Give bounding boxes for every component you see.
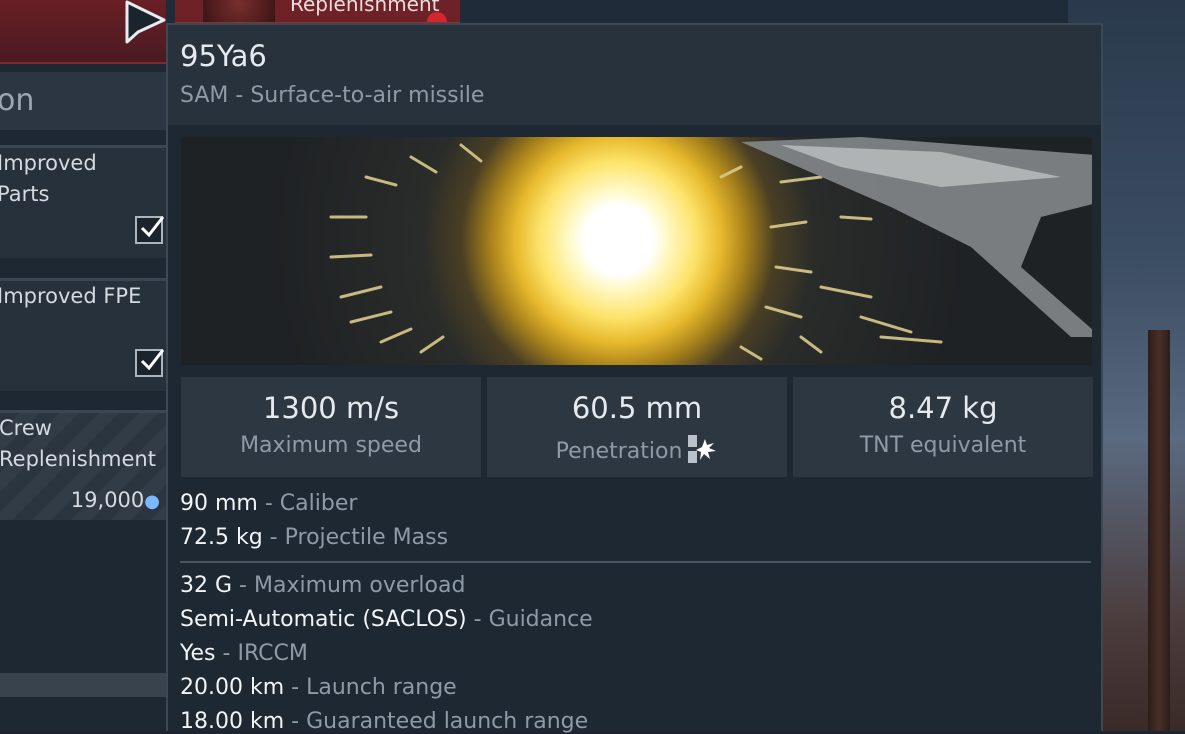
prop-value: 32 G [180,573,233,598]
crew-label-line: Replenishment [0,447,156,471]
checkmark-icon [140,216,165,238]
stat-penetration: 60.5 mm Penetration [487,377,787,477]
stat-label: Maximum speed [240,433,422,458]
divider [180,561,1091,563]
checkbox-checked[interactable] [135,216,165,244]
background-post [1148,330,1170,731]
prop-value: Semi-Automatic (SACLOS) [180,607,467,632]
price-value: 19,000 [70,488,145,512]
prop-guaranteed-launch-range: 18.00 km - Guaranteed launch range [180,709,588,734]
prop-maximum-overload: 32 G - Maximum overload [180,573,465,598]
prop-label: Guidance [488,607,593,632]
prop-separator: - [284,709,307,734]
prop-value: Yes [180,641,216,666]
missile-explosion-image [181,137,1092,365]
prop-guidance: Semi-Automatic (SACLOS) - Guidance [180,607,593,632]
stat-label: TNT equivalent [859,433,1027,458]
left-bottom-bar [0,673,166,697]
prop-separator: - [215,641,238,666]
prop-label: Maximum overload [253,573,466,598]
prop-value: 18.00 km [180,709,285,734]
stat-value: 60.5 mm [571,391,703,425]
tooltip-subtitle: SAM - Surface-to-air missile [180,83,485,108]
stat-maximum-speed: 1300 m/s Maximum speed [181,377,481,477]
replenishment-tab-label: Replenishment [290,0,440,16]
prop-value: 72.5 kg [180,525,263,550]
module-improved-parts[interactable]: Improved Parts [0,145,166,258]
crew-price: 19,000● [71,485,160,517]
prop-projectile-mass: 72.5 kg - Projectile Mass [180,525,448,550]
prop-caliber: 90 mm - Caliber [180,491,357,516]
prop-value: 20.00 km [180,675,285,700]
prop-separator: - [232,573,254,598]
crew-replenishment-card[interactable]: Crew Replenishment 19,000● [0,410,166,520]
prop-separator: - [257,491,280,516]
aircraft-silhouette [741,137,1092,337]
prop-value: 90 mm [180,491,258,516]
stat-label: Penetration [555,439,683,464]
prop-label: Launch range [306,675,457,700]
prop-label: Caliber [279,491,358,516]
checkbox-checked[interactable] [135,349,165,377]
mouse-cursor-icon [125,0,166,44]
ammo-tooltip: 95Ya6 SAM - Surface-to-air missile 1300 [166,23,1103,734]
penetration-icon [688,433,718,471]
module-label-line: Parts [0,182,50,206]
lightbulb-icon: ● [144,491,160,512]
crew-label-line: Crew [0,416,52,440]
module-label-line: Improved FPE [0,284,142,308]
prop-separator: - [262,525,285,550]
prop-label: Guaranteed launch range [306,709,589,734]
prop-irccm: Yes - IRCCM [180,641,308,666]
tooltip-header: 95Ya6 SAM - Surface-to-air missile [168,25,1101,125]
crew-avatar [203,0,275,22]
prop-label: Projectile Mass [284,525,449,550]
stat-value: 1300 m/s [262,391,400,425]
module-improved-fpe[interactable]: Improved FPE [0,278,166,391]
prop-launch-range: 20.00 km - Launch range [180,675,457,700]
left-panel: on Improved Parts Improved FPE Crew Repl… [0,0,166,731]
module-label-line: Improved [0,151,97,175]
stat-label-row: Penetration [487,433,787,471]
prop-label: IRCCM [237,641,308,666]
section-title: on [0,72,166,130]
checkmark-icon [140,349,165,371]
stat-value: 8.47 kg [888,391,998,425]
prop-separator: - [466,607,489,632]
prop-separator: - [284,675,307,700]
notification-dot [427,12,447,22]
replenishment-tab[interactable]: Replenishment [175,0,460,23]
tooltip-title: 95Ya6 [180,39,267,73]
stat-tnt-equivalent: 8.47 kg TNT equivalent [793,377,1093,477]
